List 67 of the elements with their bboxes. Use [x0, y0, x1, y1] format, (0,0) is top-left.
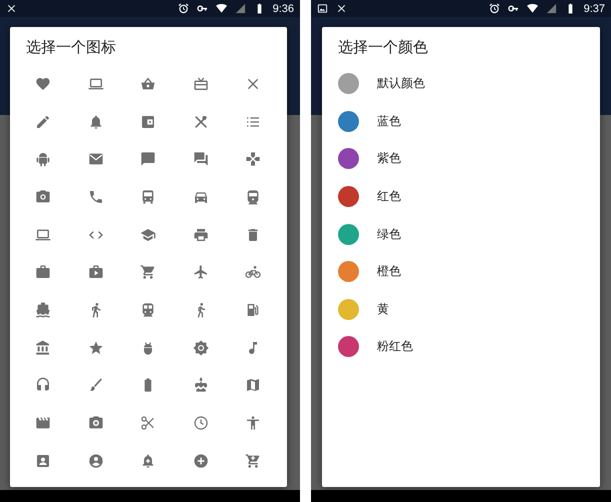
accessibility-icon[interactable] — [245, 415, 262, 432]
ferry-icon[interactable] — [35, 302, 52, 318]
wallet-icon[interactable] — [140, 114, 156, 130]
color-option[interactable]: 红色 — [377, 188, 401, 206]
image-icon — [317, 3, 328, 14]
airplane-icon[interactable] — [192, 264, 209, 280]
cart-plus-icon[interactable] — [245, 452, 262, 469]
color-option[interactable]: 粉红色 — [377, 338, 413, 356]
shopping-bag-play-icon[interactable] — [88, 264, 104, 280]
color-option[interactable]: 黄 — [377, 300, 389, 318]
alarm-clock-icon — [488, 3, 500, 14]
fuel-pump-icon[interactable] — [245, 302, 262, 318]
bus-icon[interactable] — [140, 188, 156, 205]
key-icon — [196, 3, 208, 14]
bicycle-icon[interactable] — [245, 264, 262, 280]
gear-icon[interactable] — [192, 340, 209, 356]
status-time: 9:37 — [584, 2, 605, 14]
close-icon — [6, 3, 17, 14]
train-icon[interactable] — [245, 188, 262, 205]
dialog-title: 选择一个图标 — [25, 37, 117, 58]
bell-icon[interactable] — [88, 114, 104, 130]
signal-icon — [234, 3, 246, 14]
account-circle-icon[interactable] — [88, 452, 104, 469]
bank-icon[interactable] — [35, 340, 52, 356]
plus-circle-icon[interactable] — [192, 452, 209, 469]
subway-icon[interactable] — [140, 302, 156, 318]
camera-icon[interactable] — [35, 188, 52, 205]
gamepad-icon[interactable] — [245, 151, 262, 168]
signal-icon — [546, 3, 557, 14]
contact-card-icon[interactable] — [35, 452, 52, 469]
map-icon[interactable] — [245, 377, 262, 394]
robot-icon[interactable] — [35, 151, 52, 168]
phone-icon[interactable] — [88, 188, 104, 205]
graduation-cap-icon[interactable] — [140, 226, 156, 243]
bell-plus-icon[interactable] — [140, 452, 156, 469]
color-option[interactable]: 绿色 — [377, 226, 401, 243]
wifi-icon — [216, 3, 227, 14]
brush-icon[interactable] — [88, 377, 104, 394]
key-icon — [508, 3, 519, 14]
color-option[interactable]: 蓝色 — [377, 112, 401, 130]
chat-bubbles-icon[interactable] — [192, 151, 209, 168]
briefcase-icon[interactable] — [35, 264, 52, 280]
close-icon — [336, 3, 347, 14]
clapperboard-icon[interactable] — [35, 415, 52, 432]
camera-plus-icon[interactable] — [88, 415, 104, 432]
color-option[interactable]: 默认颜色 — [377, 75, 425, 92]
cart-icon[interactable] — [140, 264, 156, 280]
star-icon[interactable] — [88, 340, 104, 356]
cake-icon[interactable] — [192, 377, 209, 394]
headphones-icon[interactable] — [35, 377, 52, 394]
fork-and-spoon-icon[interactable] — [192, 114, 209, 130]
heart-icon[interactable] — [35, 76, 52, 92]
color-option[interactable]: 紫色 — [377, 150, 401, 168]
alarm-clock-icon — [178, 3, 189, 14]
status-time: 9:36 — [272, 2, 294, 14]
clock-icon[interactable] — [192, 415, 209, 432]
color-option[interactable]: 橙色 — [377, 263, 401, 280]
wifi-icon — [526, 3, 538, 14]
chat-bubble-icon[interactable] — [140, 151, 156, 168]
basket-icon[interactable] — [140, 76, 156, 92]
laptop-icon[interactable] — [35, 226, 52, 243]
laptop-icon[interactable] — [88, 76, 104, 92]
scissors-icon[interactable] — [140, 415, 156, 432]
mail-icon[interactable] — [88, 151, 104, 168]
dialog-title: 选择一个颜色 — [337, 37, 429, 58]
pencil-icon[interactable] — [35, 114, 52, 130]
printer-icon[interactable] — [192, 226, 209, 243]
